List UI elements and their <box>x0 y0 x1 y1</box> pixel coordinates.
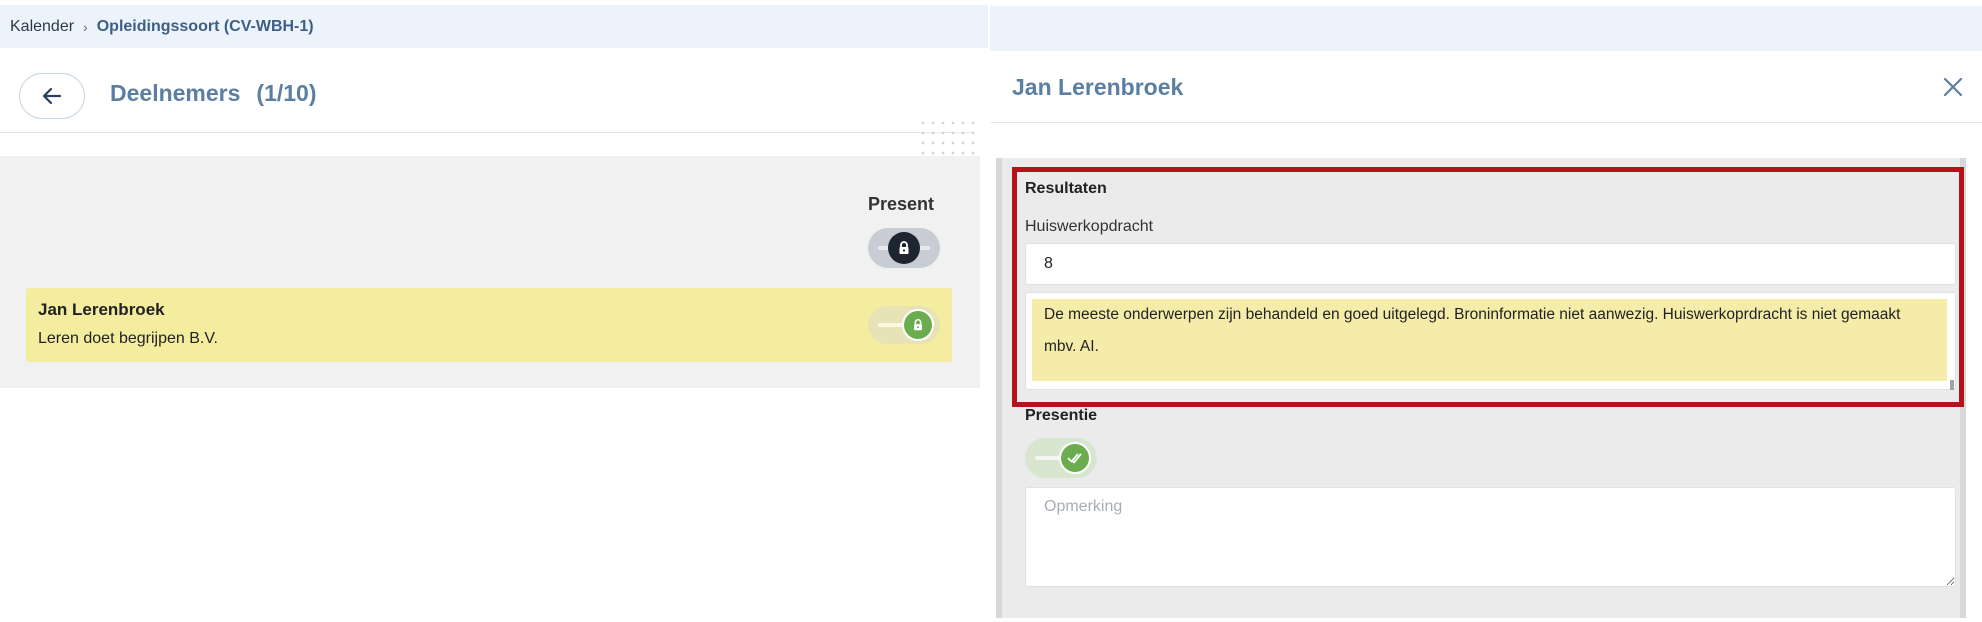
presence-section-title: Presentie <box>1025 407 1098 424</box>
breadcrumb-separator: › <box>83 18 88 35</box>
participant-name: Jan Lerenbroek <box>38 300 165 319</box>
resize-handle[interactable] <box>1950 380 1954 390</box>
back-button[interactable] <box>19 73 85 119</box>
present-all-toggle[interactable] <box>868 228 940 268</box>
panel-header: Jan Lerenbroek <box>990 52 1982 123</box>
participants-pane: Kalender › Opleidingssoort (CV-WBH-1) De… <box>0 0 988 622</box>
table-row[interactable]: Jan Lerenbroek Leren doet begrijpen B.V. <box>26 288 952 362</box>
homework-label: Huiswerkopdracht <box>1025 218 1154 235</box>
presence-toggle[interactable] <box>1025 438 1097 478</box>
homework-grade-input[interactable] <box>1025 243 1956 285</box>
participant-company: Leren doet begrijpen B.V. <box>38 330 218 347</box>
participant-list: Present Jan Lerenbroek Leren doet begrij… <box>0 156 980 388</box>
close-icon <box>1943 77 1963 97</box>
present-column-header: Present <box>868 194 935 214</box>
breadcrumb: Kalender › Opleidingssoort (CV-WBH-1) <box>0 5 988 48</box>
breadcrumb-kalender[interactable]: Kalender <box>10 18 74 36</box>
panel-title: Jan Lerenbroek <box>1012 74 1184 100</box>
page-title: Deelnemers (1/10) <box>110 80 317 107</box>
breadcrumb-opleidingssoort[interactable]: Opleidingssoort (CV-WBH-1) <box>97 18 314 36</box>
remark-textarea[interactable] <box>1025 487 1956 587</box>
lock-icon <box>888 232 920 264</box>
page-title-text: Deelnemers <box>110 80 241 106</box>
check-double-icon <box>1059 442 1091 474</box>
participant-count: (1/10) <box>256 80 317 106</box>
page-header: Deelnemers (1/10) <box>0 60 976 178</box>
panel-topbar <box>990 6 1982 51</box>
arrow-left-icon <box>42 87 62 105</box>
close-button[interactable] <box>1938 72 1968 102</box>
present-toggle[interactable] <box>868 306 940 344</box>
homework-comment-field: De meeste onderwerpen zijn behandeld en … <box>1025 292 1956 390</box>
lock-icon <box>902 309 934 341</box>
results-section-title: Resultaten <box>1025 180 1107 197</box>
homework-comment-textarea[interactable]: De meeste onderwerpen zijn behandeld en … <box>1032 299 1947 381</box>
